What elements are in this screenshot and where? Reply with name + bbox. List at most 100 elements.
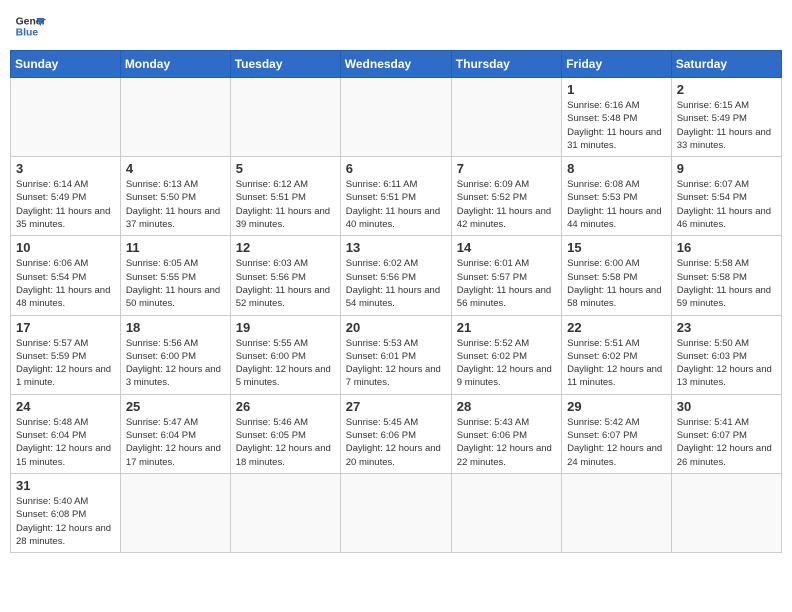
calendar-cell: 4 Sunrise: 6:13 AM Sunset: 5:50 PM Daylig…: [120, 157, 230, 236]
week-row-5: 31 Sunrise: 5:40 AM Sunset: 6:08 PM Dayli…: [11, 473, 782, 552]
day-info: Sunrise: 6:09 AM Sunset: 5:52 PM Dayligh…: [457, 178, 556, 231]
day-info: Sunrise: 6:06 AM Sunset: 5:54 PM Dayligh…: [16, 257, 115, 310]
calendar-cell: [671, 473, 781, 552]
calendar-cell: [120, 473, 230, 552]
day-info: Sunrise: 5:57 AM Sunset: 5:59 PM Dayligh…: [16, 337, 115, 390]
day-info: Sunrise: 6:13 AM Sunset: 5:50 PM Dayligh…: [126, 178, 225, 231]
day-number: 27: [346, 399, 446, 414]
calendar-cell: 13 Sunrise: 6:02 AM Sunset: 5:56 PM Dayli…: [340, 236, 451, 315]
page-header: General Blue: [10, 10, 782, 42]
day-number: 5: [236, 161, 335, 176]
day-number: 14: [457, 240, 556, 255]
calendar-cell: 24 Sunrise: 5:48 AM Sunset: 6:04 PM Dayli…: [11, 394, 121, 473]
weekday-header-tuesday: Tuesday: [230, 51, 340, 78]
calendar-cell: 11 Sunrise: 6:05 AM Sunset: 5:55 PM Dayli…: [120, 236, 230, 315]
day-info: Sunrise: 6:14 AM Sunset: 5:49 PM Dayligh…: [16, 178, 115, 231]
day-info: Sunrise: 5:46 AM Sunset: 6:05 PM Dayligh…: [236, 416, 335, 469]
calendar-cell: 12 Sunrise: 6:03 AM Sunset: 5:56 PM Dayli…: [230, 236, 340, 315]
calendar-cell: 19 Sunrise: 5:55 AM Sunset: 6:00 PM Dayli…: [230, 315, 340, 394]
day-info: Sunrise: 5:50 AM Sunset: 6:03 PM Dayligh…: [677, 337, 776, 390]
day-number: 9: [677, 161, 776, 176]
day-info: Sunrise: 5:41 AM Sunset: 6:07 PM Dayligh…: [677, 416, 776, 469]
calendar-cell: 5 Sunrise: 6:12 AM Sunset: 5:51 PM Daylig…: [230, 157, 340, 236]
day-info: Sunrise: 5:45 AM Sunset: 6:06 PM Dayligh…: [346, 416, 446, 469]
weekday-header-row: SundayMondayTuesdayWednesdayThursdayFrid…: [11, 51, 782, 78]
day-info: Sunrise: 5:47 AM Sunset: 6:04 PM Dayligh…: [126, 416, 225, 469]
day-number: 29: [567, 399, 666, 414]
day-number: 4: [126, 161, 225, 176]
calendar-cell: 28Sunrise: 5:43 AM Sunset: 6:06 PM Dayli…: [451, 394, 561, 473]
day-info: Sunrise: 5:53 AM Sunset: 6:01 PM Dayligh…: [346, 337, 446, 390]
day-number: 25: [126, 399, 225, 414]
calendar-cell: [11, 78, 121, 157]
calendar-cell: [120, 78, 230, 157]
day-info: Sunrise: 6:15 AM Sunset: 5:49 PM Dayligh…: [677, 99, 776, 152]
day-number: 31: [16, 478, 115, 493]
day-info: Sunrise: 6:07 AM Sunset: 5:54 PM Dayligh…: [677, 178, 776, 231]
weekday-header-saturday: Saturday: [671, 51, 781, 78]
calendar-cell: 18Sunrise: 5:56 AM Sunset: 6:00 PM Dayli…: [120, 315, 230, 394]
calendar-cell: 31 Sunrise: 5:40 AM Sunset: 6:08 PM Dayli…: [11, 473, 121, 552]
day-info: Sunrise: 6:08 AM Sunset: 5:53 PM Dayligh…: [567, 178, 666, 231]
day-number: 18: [126, 320, 225, 335]
day-number: 13: [346, 240, 446, 255]
day-number: 12: [236, 240, 335, 255]
day-info: Sunrise: 6:03 AM Sunset: 5:56 PM Dayligh…: [236, 257, 335, 310]
day-info: Sunrise: 6:05 AM Sunset: 5:55 PM Dayligh…: [126, 257, 225, 310]
day-info: Sunrise: 6:00 AM Sunset: 5:58 PM Dayligh…: [567, 257, 666, 310]
day-number: 22: [567, 320, 666, 335]
calendar-cell: 9 Sunrise: 6:07 AM Sunset: 5:54 PM Daylig…: [671, 157, 781, 236]
calendar-cell: [230, 78, 340, 157]
week-row-4: 24 Sunrise: 5:48 AM Sunset: 6:04 PM Dayli…: [11, 394, 782, 473]
calendar-cell: [562, 473, 672, 552]
calendar-cell: 6 Sunrise: 6:11 AM Sunset: 5:51 PM Daylig…: [340, 157, 451, 236]
calendar-cell: [340, 78, 451, 157]
day-info: Sunrise: 6:11 AM Sunset: 5:51 PM Dayligh…: [346, 178, 446, 231]
svg-text:Blue: Blue: [16, 28, 39, 39]
day-info: Sunrise: 6:12 AM Sunset: 5:51 PM Dayligh…: [236, 178, 335, 231]
day-number: 7: [457, 161, 556, 176]
calendar-cell: 17Sunrise: 5:57 AM Sunset: 5:59 PM Dayli…: [11, 315, 121, 394]
calendar-cell: 8 Sunrise: 6:08 AM Sunset: 5:53 PM Daylig…: [562, 157, 672, 236]
day-number: 24: [16, 399, 115, 414]
day-info: Sunrise: 5:55 AM Sunset: 6:00 PM Dayligh…: [236, 337, 335, 390]
day-number: 26: [236, 399, 335, 414]
day-number: 1: [567, 82, 666, 97]
calendar-cell: [340, 473, 451, 552]
calendar-cell: [230, 473, 340, 552]
calendar-cell: 27 Sunrise: 5:45 AM Sunset: 6:06 PM Dayli…: [340, 394, 451, 473]
calendar-cell: 10 Sunrise: 6:06 AM Sunset: 5:54 PM Dayli…: [11, 236, 121, 315]
week-row-2: 10 Sunrise: 6:06 AM Sunset: 5:54 PM Dayli…: [11, 236, 782, 315]
calendar-cell: 1 Sunrise: 6:16 AM Sunset: 5:48 PM Daylig…: [562, 78, 672, 157]
weekday-header-monday: Monday: [120, 51, 230, 78]
day-info: Sunrise: 5:43 AM Sunset: 6:06 PM Dayligh…: [457, 416, 556, 469]
calendar-cell: 7 Sunrise: 6:09 AM Sunset: 5:52 PM Daylig…: [451, 157, 561, 236]
day-info: Sunrise: 5:58 AM Sunset: 5:58 PM Dayligh…: [677, 257, 776, 310]
day-info: Sunrise: 6:02 AM Sunset: 5:56 PM Dayligh…: [346, 257, 446, 310]
day-info: Sunrise: 5:48 AM Sunset: 6:04 PM Dayligh…: [16, 416, 115, 469]
day-info: Sunrise: 6:16 AM Sunset: 5:48 PM Dayligh…: [567, 99, 666, 152]
calendar-cell: 22Sunrise: 5:51 AM Sunset: 6:02 PM Dayli…: [562, 315, 672, 394]
day-number: 11: [126, 240, 225, 255]
calendar-cell: 21Sunrise: 5:52 AM Sunset: 6:02 PM Dayli…: [451, 315, 561, 394]
calendar-cell: 20 Sunrise: 5:53 AM Sunset: 6:01 PM Dayli…: [340, 315, 451, 394]
logo: General Blue: [14, 10, 46, 42]
calendar-cell: 16Sunrise: 5:58 AM Sunset: 5:58 PM Dayli…: [671, 236, 781, 315]
day-number: 20: [346, 320, 446, 335]
calendar-cell: 29Sunrise: 5:42 AM Sunset: 6:07 PM Dayli…: [562, 394, 672, 473]
calendar-cell: [451, 78, 561, 157]
day-number: 6: [346, 161, 446, 176]
calendar-cell: 30 Sunrise: 5:41 AM Sunset: 6:07 PM Dayli…: [671, 394, 781, 473]
day-number: 19: [236, 320, 335, 335]
day-number: 10: [16, 240, 115, 255]
day-info: Sunrise: 5:40 AM Sunset: 6:08 PM Dayligh…: [16, 495, 115, 548]
calendar-cell: 15Sunrise: 6:00 AM Sunset: 5:58 PM Dayli…: [562, 236, 672, 315]
day-number: 30: [677, 399, 776, 414]
day-number: 8: [567, 161, 666, 176]
calendar-cell: 26 Sunrise: 5:46 AM Sunset: 6:05 PM Dayli…: [230, 394, 340, 473]
calendar-cell: 3Sunrise: 6:14 AM Sunset: 5:49 PM Daylig…: [11, 157, 121, 236]
weekday-header-friday: Friday: [562, 51, 672, 78]
calendar-cell: [451, 473, 561, 552]
calendar-cell: 2Sunrise: 6:15 AM Sunset: 5:49 PM Daylig…: [671, 78, 781, 157]
day-number: 21: [457, 320, 556, 335]
